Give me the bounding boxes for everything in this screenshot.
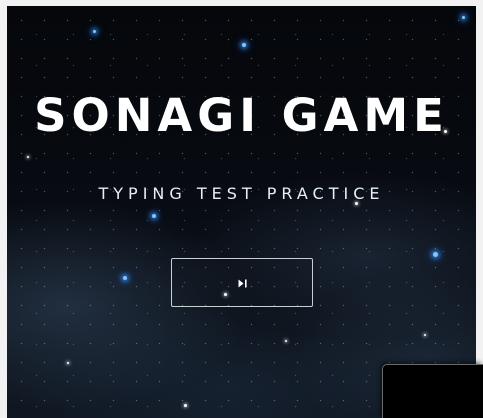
star <box>184 404 187 407</box>
star <box>123 276 127 280</box>
browser-frame: SONAGI GAME TYPING TEST PRACTICE <box>0 0 483 418</box>
star <box>27 156 29 158</box>
star <box>462 16 465 19</box>
star <box>93 30 96 33</box>
starfield-background <box>7 6 476 418</box>
corner-panel <box>382 364 483 418</box>
game-subtitle: TYPING TEST PRACTICE <box>98 184 385 203</box>
star <box>67 362 69 364</box>
star <box>242 43 246 47</box>
start-game-button[interactable] <box>171 258 313 307</box>
game-title: SONAGI GAME <box>34 89 449 142</box>
star <box>152 214 156 218</box>
star <box>424 334 426 336</box>
star-dust <box>7 6 476 418</box>
play-pause-icon <box>238 279 247 288</box>
star <box>433 252 438 257</box>
star <box>285 340 287 342</box>
